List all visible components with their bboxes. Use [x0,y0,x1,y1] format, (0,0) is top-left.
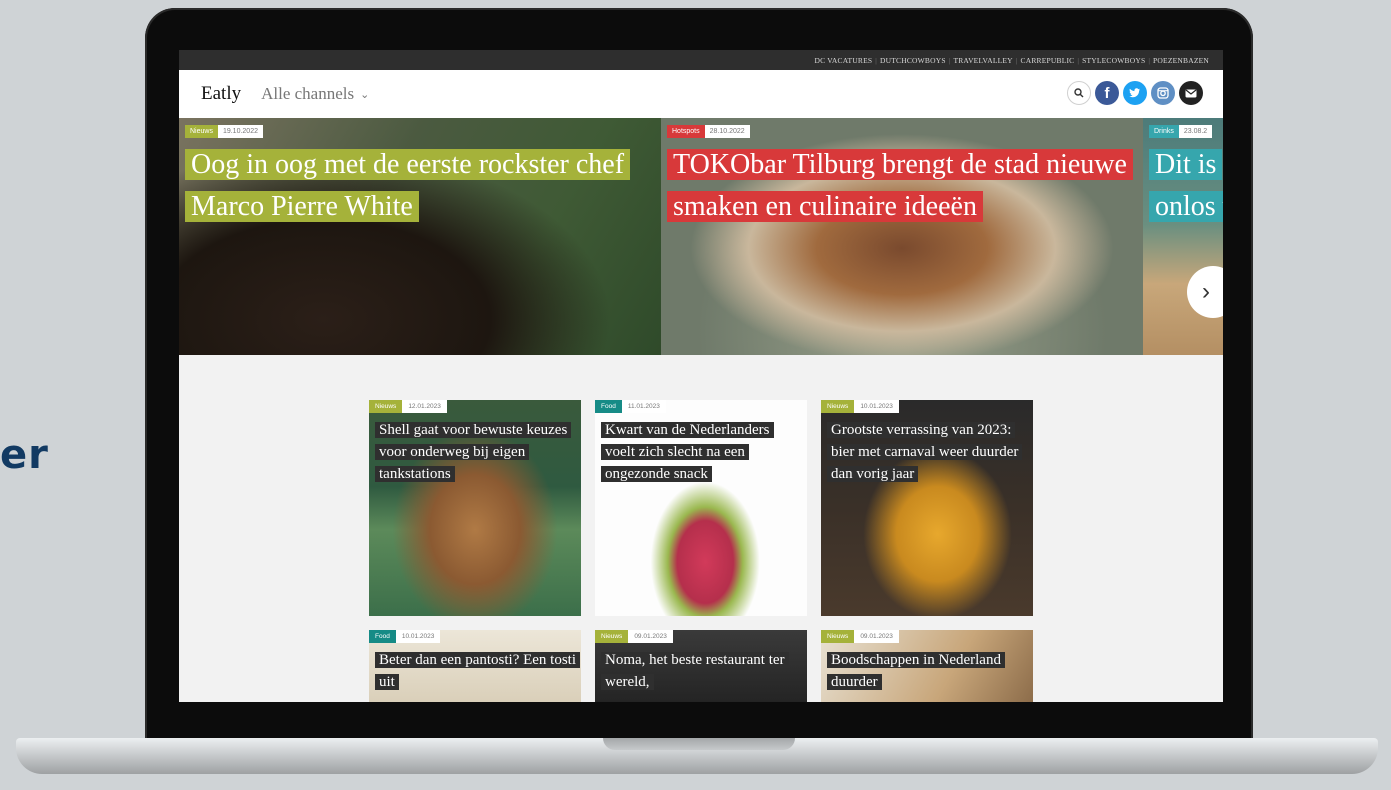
article-title[interactable]: Beter dan een pantosti? Een tosti uit [375,649,581,693]
article-title[interactable]: Shell gaat voor bewuste keuzes voor onde… [375,419,577,485]
category-badge[interactable]: Nieuws [821,630,855,643]
article-date: 23.08.2 [1178,125,1213,138]
network-links-bar: DC VACATURES | DUTCHCOWBOYS | TRAVELVALLEY… [179,50,1223,70]
category-badge[interactable]: Nieuws [595,630,629,643]
article-card[interactable]: Nieuws 12.01.2023 Shell gaat voor bewust… [369,400,581,616]
article-date: 10.01.2023 [854,400,899,413]
hero-carousel: Nieuws 19.10.2022 Oog in oog met de eers… [179,118,1223,355]
article-card[interactable]: Nieuws 09.01.2023 Boodschappen in Nederl… [821,630,1033,702]
article-date: 19.10.2022 [217,125,263,138]
article-grid: Nieuws 12.01.2023 Shell gaat voor bewust… [369,400,1033,702]
hero-article-card[interactable]: Hotspots 28.10.2022 TOKObar Tilburg bren… [661,118,1143,355]
hero-article-card[interactable]: Drinks 23.08.2 Dit is onlos ver [1143,118,1223,355]
laptop-screen: DC VACATURES | DUTCHCOWBOYS | TRAVELVALLEY… [179,50,1223,702]
network-link-dutchcowboys[interactable]: DUTCHCOWBOYS [880,56,946,65]
chevron-down-icon: ⌄ [360,88,370,101]
article-title[interactable]: Kwart van de Nederlanders voelt zich sle… [601,419,803,485]
twitter-icon[interactable] [1123,81,1147,105]
category-badge[interactable]: Food [595,400,622,413]
hero-article-title[interactable]: Dit is onlos ver [1149,144,1223,228]
article-card[interactable]: Nieuws 09.01.2023 Noma, het beste restau… [595,630,807,702]
category-badge[interactable]: Hotspots [667,125,705,138]
network-link-stylecowboys[interactable]: STYLECOWBOYS [1082,56,1145,65]
article-title[interactable]: Noma, het beste restaurant ter wereld, [601,649,803,693]
mail-icon[interactable] [1179,81,1203,105]
article-date: 28.10.2022 [704,125,750,138]
category-badge[interactable]: Drinks [1149,125,1179,138]
channels-dropdown[interactable]: Alle channels ⌄ [261,84,369,104]
site-navbar: Eatly Alle channels ⌄ f [179,70,1223,118]
article-title[interactable]: Grootste verrassing van 2023: bier met c… [827,419,1029,485]
hero-article-title[interactable]: Oog in oog met de eerste rockster chef M… [185,144,655,228]
hero-article-title[interactable]: TOKObar Tilburg brengt de stad nieuwe sm… [667,144,1137,228]
network-link-poezenbazen[interactable]: POEZENBAZEN [1153,56,1209,65]
article-date: 09.01.2023 [854,630,899,643]
article-date: 10.01.2023 [395,630,441,643]
category-badge[interactable]: Nieuws [185,125,218,138]
chevron-right-icon: › [1202,278,1210,305]
article-date: 09.01.2023 [628,630,673,643]
article-date: 11.01.2023 [621,400,666,413]
article-card[interactable]: Food 11.01.2023 Kwart van de Nederlander… [595,400,807,616]
category-badge[interactable]: Nieuws [369,400,403,413]
instagram-icon[interactable] [1151,81,1175,105]
site-logo[interactable]: Eatly [201,83,241,105]
article-card[interactable]: Nieuws 10.01.2023 Grootste verrassing va… [821,400,1033,616]
network-link-dc-vacatures[interactable]: DC VACATURES [815,56,873,65]
article-card[interactable]: Food 10.01.2023 Beter dan een pantosti? … [369,630,581,702]
search-icon[interactable] [1067,81,1091,105]
category-badge[interactable]: Food [369,630,396,643]
social-icons: f [1067,81,1203,105]
facebook-icon[interactable]: f [1095,81,1119,105]
article-title[interactable]: Boodschappen in Nederland duurder [827,649,1029,693]
hero-article-card[interactable]: Nieuws 19.10.2022 Oog in oog met de eers… [179,118,661,355]
article-date: 12.01.2023 [402,400,447,413]
network-link-carrepublic[interactable]: CARREPUBLIC [1021,56,1075,65]
laptop-notch [603,738,795,750]
category-badge[interactable]: Nieuws [821,400,855,413]
side-heading-fragment: er [0,432,49,478]
channels-label: Alle channels [261,84,355,103]
network-link-travelvalley[interactable]: TRAVELVALLEY [953,56,1012,65]
